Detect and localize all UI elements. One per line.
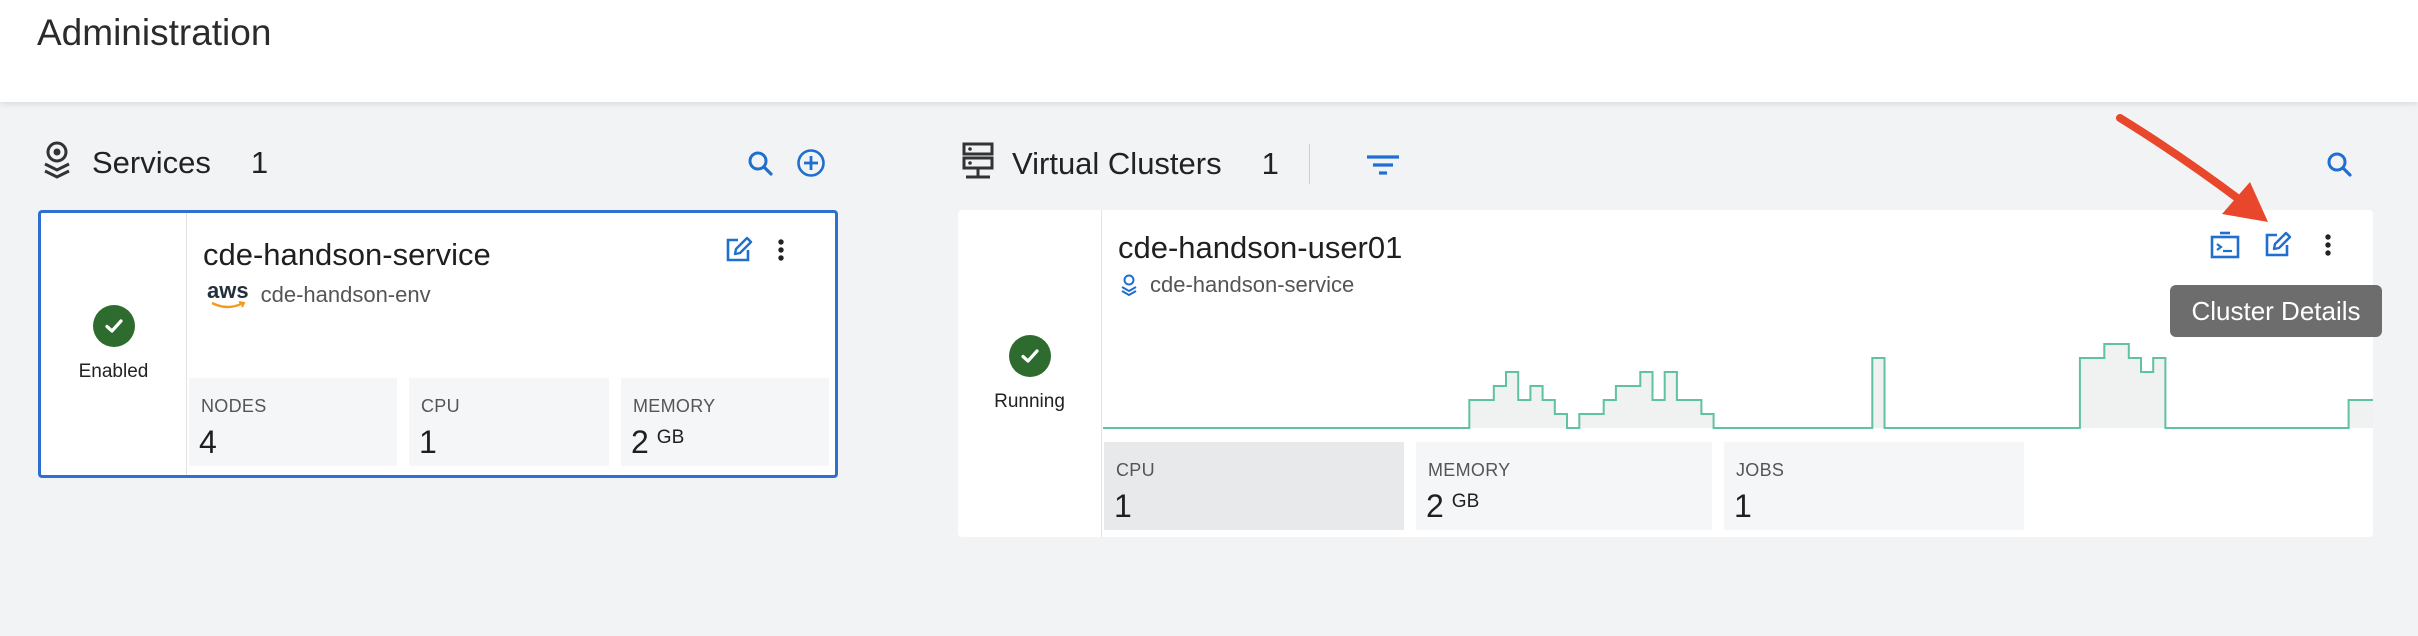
service-name[interactable]: cde-handson-service — [203, 237, 491, 273]
cluster-status-label: Running — [994, 390, 1065, 412]
cluster-metric-cpu[interactable]: CPU 1 — [1104, 442, 1404, 530]
environment-name: cde-handson-env — [260, 282, 431, 307]
services-header: Services 1 — [40, 140, 268, 185]
sparkline-area — [1103, 344, 2373, 428]
cluster-service: cde-handson-service — [1120, 272, 1354, 298]
service-status-label: Enabled — [78, 361, 149, 382]
clusters-search-icon[interactable] — [2324, 149, 2354, 179]
server-rack-icon — [962, 142, 994, 185]
virtual-cluster-card[interactable]: Running cde-handson-user01 cde-handson-s… — [958, 210, 2373, 537]
check-circle-icon — [92, 305, 135, 347]
services-title: Services — [92, 144, 211, 180]
cluster-more-icon[interactable] — [2318, 228, 2338, 262]
aws-logo-icon: aws — [207, 280, 249, 309]
virtual-clusters-title: Virtual Clusters — [1012, 145, 1222, 181]
service-more-icon[interactable] — [771, 233, 791, 267]
virtual-clusters-header: Virtual Clusters 1 — [962, 142, 1310, 185]
header-divider — [1308, 143, 1310, 184]
check-circle-icon — [1008, 334, 1051, 377]
service-environment: aws cde-handson-env — [207, 280, 431, 309]
cluster-name[interactable]: cde-handson-user01 — [1118, 230, 1402, 266]
service-metric-memory: MEMORY 2 GB — [621, 378, 829, 466]
service-card[interactable]: Enabled cde-handson-service aws cde-hand… — [38, 210, 838, 478]
service-small-icon — [1120, 274, 1138, 296]
service-status: Enabled — [41, 213, 187, 475]
add-service-icon[interactable] — [796, 148, 826, 178]
page-title: Administration — [37, 12, 272, 53]
service-metric-nodes: NODES 4 — [189, 378, 397, 466]
services-stack-icon — [40, 140, 74, 185]
service-metric-cpu: CPU 1 — [409, 378, 609, 466]
cluster-metric-jobs[interactable]: JOBS 1 — [1724, 442, 2024, 530]
filter-icon[interactable] — [1364, 150, 1402, 180]
cluster-status: Running — [958, 210, 1102, 537]
cluster-metric-memory[interactable]: MEMORY 2 GB — [1416, 442, 1712, 530]
edit-service-icon[interactable] — [721, 233, 755, 267]
services-search-icon[interactable] — [745, 148, 775, 178]
virtual-clusters-count: 1 — [1261, 145, 1279, 181]
cluster-service-name: cde-handson-service — [1150, 272, 1355, 297]
services-count: 1 — [250, 144, 269, 180]
sparkline-line — [1103, 343, 2373, 429]
top-bar: Administration — [0, 0, 2418, 102]
cluster-details-tooltip: Cluster Details — [2170, 285, 2382, 337]
annotation-arrow — [2116, 114, 2268, 222]
